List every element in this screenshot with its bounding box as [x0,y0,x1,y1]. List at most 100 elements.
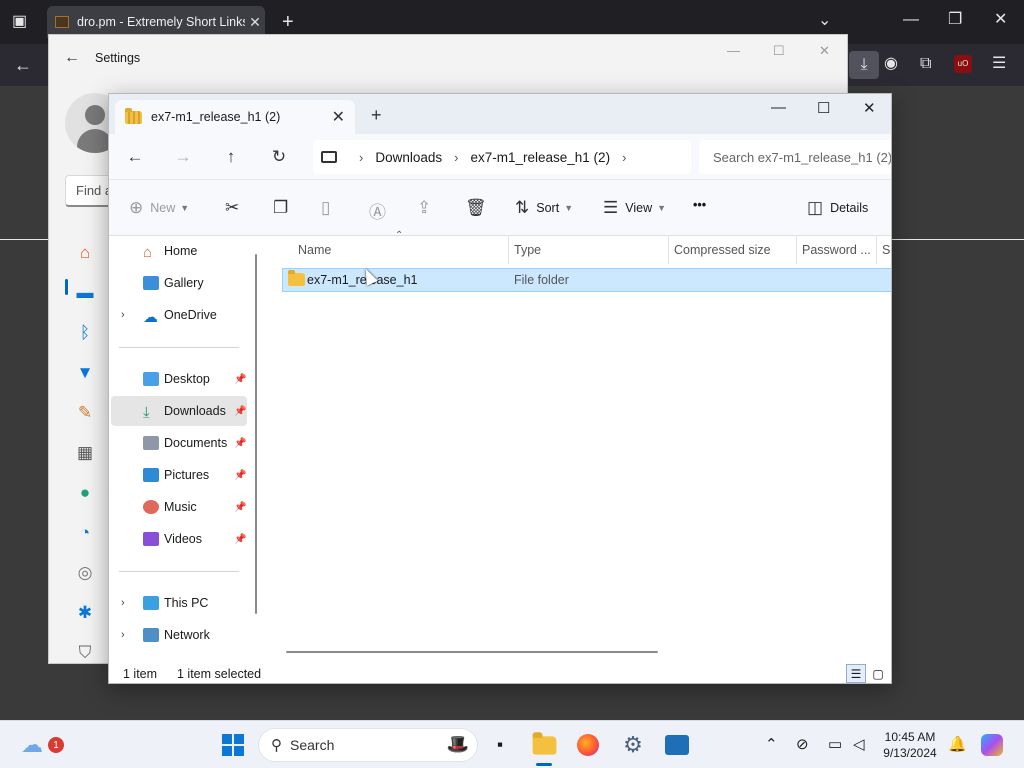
rename-button[interactable]: Ⓐ [369,198,386,223]
volume-icon[interactable]: ◁ [853,735,865,753]
close-icon[interactable]: ✕ [994,12,1007,28]
delete-button[interactable]: 🗑 [465,198,487,218]
details-pane-button[interactable]: ◫ Details [807,198,868,218]
time-language-icon[interactable]: ◔ [71,513,99,553]
taskbar-clock[interactable]: 10:45 AM 9/13/2024 [878,729,942,761]
extensions-icon[interactable]: ⧉ [920,56,931,72]
bell-icon[interactable]: 🔔 [948,735,967,753]
accounts-icon[interactable]: ● [71,473,99,513]
nav-item-this-pc[interactable]: › This PC [111,588,247,618]
breadcrumb[interactable]: › Downloads › ex7-m1_release_h1 (2) › [313,140,691,174]
network-icon[interactable]: ▼ [71,353,99,393]
breadcrumb-separator[interactable]: › [622,150,626,165]
download-icon[interactable]: ⤓ [849,51,879,79]
paste-button[interactable]: ▯ [321,198,330,218]
copy-button[interactable]: ❐ [273,198,288,218]
back-icon[interactable]: ← [14,56,32,74]
nav-item-desktop[interactable]: Desktop 📌 [111,364,247,394]
app-icon[interactable] [663,731,691,759]
chevron-right-icon[interactable]: › [121,629,125,641]
gaming-icon[interactable]: ◎ [71,553,99,593]
tiles-view-icon[interactable]: ▢ [868,664,888,683]
tab-overview-icon[interactable]: ▣ [12,14,27,30]
taskbar-search[interactable]: ⚲ Search 🎩 [258,728,478,762]
nav-item-music[interactable]: Music 📌 [111,492,247,522]
menu-icon[interactable]: ☰ [992,56,1006,72]
task-view-icon[interactable]: ▪ [486,731,514,759]
breadcrumb-downloads[interactable]: Downloads [375,150,442,165]
settings-icon[interactable]: ⚙ [619,731,647,759]
share-button[interactable]: ⇪ [417,198,431,218]
minimize-icon[interactable]: — [727,43,740,58]
file-explorer-icon[interactable] [530,731,558,759]
column-divider[interactable] [668,236,669,264]
nav-item-videos[interactable]: Videos 📌 [111,524,247,554]
minimize-icon[interactable]: — [771,99,786,116]
apps-icon[interactable]: ▦ [71,433,99,473]
ublock-icon[interactable]: uO [954,55,972,73]
view-button[interactable]: ☰ View ▼ [603,198,666,218]
cut-button[interactable]: ✂ [225,198,239,218]
up-icon[interactable]: ↑ [219,147,243,167]
chevron-right-icon[interactable]: › [121,597,125,609]
column-header-name[interactable]: Name [298,236,331,264]
maximize-icon[interactable]: ☐ [817,99,830,117]
back-icon[interactable]: ← [123,147,147,167]
start-icon[interactable] [219,731,247,759]
column-divider[interactable] [508,236,509,264]
display-icon[interactable]: ▭ [828,735,842,753]
forward-icon[interactable]: → [171,147,195,167]
home-icon[interactable]: ⌂ [71,233,99,273]
restore-icon[interactable]: ❐ [948,12,962,28]
sort-button[interactable]: ⇅ Sort ▼ [515,198,573,218]
chevron-down-icon[interactable]: ⌄ [818,13,831,29]
nav-item-network[interactable]: › Network [111,620,247,650]
details-view-icon[interactable]: ☰ [846,664,866,683]
this-pc-icon[interactable] [321,151,337,163]
breadcrumb-current-folder[interactable]: ex7-m1_release_h1 (2) [470,150,610,165]
nav-item-gallery[interactable]: Gallery [111,268,247,298]
column-header-compressed-size[interactable]: Compressed size [674,236,771,264]
explorer-tab[interactable]: ex7-m1_release_h1 (2) ✕ [115,100,355,134]
accessibility-icon[interactable]: ✱ [71,593,99,633]
see-more-button[interactable]: ••• [693,198,706,212]
nav-item-pictures[interactable]: Pictures 📌 [111,460,247,490]
nav-item-downloads[interactable]: ⤓ Downloads 📌 [111,396,247,426]
refresh-icon[interactable]: ↻ [267,147,291,167]
close-icon[interactable]: ✕ [863,99,876,117]
column-header-type[interactable]: Type [514,236,541,264]
chevron-up-icon[interactable]: ⌃ [765,735,778,753]
network-off-icon[interactable]: ⊘ [796,735,809,753]
weather-widget-icon[interactable]: ☁ 1 [18,731,64,759]
back-icon[interactable]: ← [49,49,95,67]
close-tab-icon[interactable]: ✕ [245,14,265,31]
bluetooth-icon[interactable]: ᛒ [71,313,99,353]
personalization-icon[interactable]: ✎ [71,393,99,433]
account-icon[interactable]: ◉ [884,56,898,72]
system-icon[interactable]: ▬ [71,273,99,313]
nav-scrollbar[interactable] [255,254,257,614]
new-tab-button[interactable]: + [282,12,294,32]
close-icon[interactable]: ✕ [819,43,830,59]
maximize-icon[interactable]: ☐ [773,43,785,59]
videos-icon [143,532,159,546]
nav-item-home[interactable]: ⌂ Home [111,236,247,266]
close-tab-icon[interactable]: ✕ [332,107,345,127]
breadcrumb-separator[interactable]: › [454,150,458,165]
new-button[interactable]: ⊕ New ▼ [129,198,189,218]
column-header-password[interactable]: Password ... [802,236,871,264]
horizontal-scrollbar[interactable] [286,651,658,653]
chevron-right-icon[interactable]: › [121,309,125,321]
minimize-icon[interactable]: — [903,12,919,28]
privacy-icon[interactable]: ⛉ [71,633,99,673]
breadcrumb-separator[interactable]: › [359,150,363,165]
column-header-size[interactable]: Si [882,236,891,264]
column-divider[interactable] [876,236,877,264]
new-tab-button[interactable]: + [371,105,382,126]
firefox-icon[interactable] [574,731,602,759]
column-divider[interactable] [796,236,797,264]
search-input[interactable]: Search ex7-m1_release_h1 (2) [699,140,891,174]
copilot-icon[interactable] [978,731,1006,759]
nav-item-documents[interactable]: Documents 📌 [111,428,247,458]
nav-item-onedrive[interactable]: › ☁ OneDrive [111,300,247,330]
